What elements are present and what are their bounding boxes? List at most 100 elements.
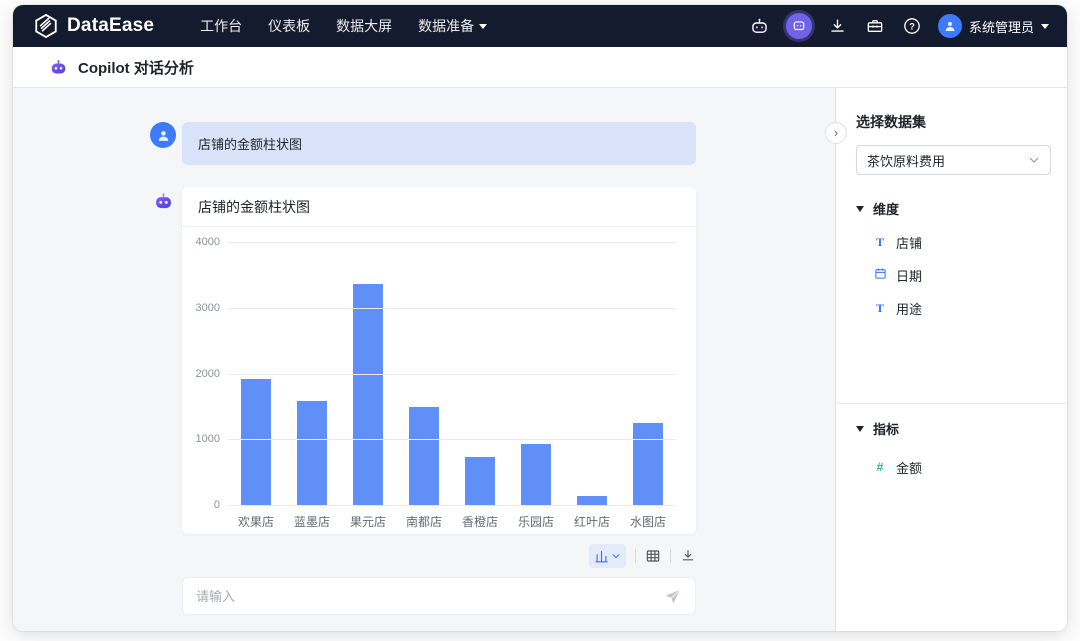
chat-input[interactable]: [196, 589, 663, 604]
table-view-button[interactable]: [645, 544, 661, 568]
x-axis-tick-label: 欢果店: [228, 513, 284, 530]
copilot-page-header: Copilot 对话分析: [13, 47, 1067, 88]
download-chart-button[interactable]: [680, 544, 696, 568]
send-icon[interactable]: [663, 587, 682, 606]
x-axis-tick-label: 乐园店: [508, 513, 564, 530]
download-icon[interactable]: [827, 15, 849, 37]
chart-bar[interactable]: [241, 379, 271, 506]
chart-bar[interactable]: [521, 444, 551, 506]
dataease-logo-icon: [33, 13, 59, 39]
user-avatar: [150, 122, 176, 148]
chart-bar[interactable]: [353, 284, 383, 506]
chevron-down-icon: [479, 24, 487, 29]
nav-data-preparation[interactable]: 数据准备: [418, 16, 487, 36]
nav-dashboard[interactable]: 仪表板: [268, 16, 310, 36]
assistant-message-row: 店铺的金额柱状图 0 1000 2000 3000 4000 欢果店蓝墨店果元店南都店香…: [150, 187, 835, 534]
x-axis-tick-label: 红叶店: [564, 513, 620, 530]
chat-panel: 店铺的金额柱状图 店铺的金额柱状图 0 1000 2000 3000 4000 欢果店蓝…: [13, 88, 835, 631]
bar-slot: [620, 243, 676, 506]
app-window: DataEase 工作台 仪表板 数据大屏 数据准备 ?: [13, 5, 1067, 631]
dataset-select-value: 茶饮原料费用: [867, 151, 945, 170]
toolbar-divider: [670, 549, 671, 563]
chart-card: 店铺的金额柱状图 0 1000 2000 3000 4000 欢果店蓝墨店果元店南都店香…: [182, 187, 696, 534]
bar-slot: [452, 243, 508, 506]
chart-toolbar: [182, 544, 696, 568]
x-axis-tick-label: 果元店: [340, 513, 396, 530]
svg-text:?: ?: [909, 21, 915, 31]
x-axis-tick-label: 南都店: [396, 513, 452, 530]
dataset-select[interactable]: 茶饮原料费用: [856, 145, 1051, 175]
chart-gridline: 3000: [228, 308, 676, 309]
help-icon[interactable]: ?: [901, 15, 923, 37]
chart-bar[interactable]: [633, 423, 663, 507]
y-axis-tick-label: 4000: [196, 236, 220, 248]
measure-field: # 金额: [873, 458, 1051, 476]
toolbar-divider: [635, 549, 636, 563]
ai-assistant-icon[interactable]: [749, 15, 771, 37]
chevron-down-icon: [1028, 154, 1040, 166]
brand-logo[interactable]: DataEase: [33, 13, 154, 39]
brand-name: DataEase: [67, 15, 154, 37]
chart-bar[interactable]: [465, 457, 495, 506]
dimensions-section-header[interactable]: 维度: [856, 199, 1051, 218]
bar-slot: [508, 243, 564, 506]
chart-bar[interactable]: [297, 401, 327, 506]
caret-down-icon: [856, 206, 864, 212]
chat-input-bar: [182, 577, 696, 615]
dimension-field: T 店铺: [873, 233, 1051, 251]
bar-slot: [564, 243, 620, 506]
caret-down-icon: [856, 426, 864, 432]
assistant-robot-avatar: [153, 191, 174, 212]
user-message-bubble: 店铺的金额柱状图: [182, 122, 696, 165]
chart-x-labels: 欢果店蓝墨店果元店南都店香橙店乐园店红叶店水图店: [228, 506, 676, 530]
x-axis-tick-label: 香橙店: [452, 513, 508, 530]
chart-gridline: 4000: [228, 242, 676, 243]
chart-gridline: 2000: [228, 374, 676, 375]
bar-slot: [396, 243, 452, 506]
sidebar-divider: [836, 403, 1067, 404]
user-menu[interactable]: 系统管理员: [938, 14, 1049, 38]
user-name: 系统管理员: [969, 17, 1034, 36]
user-message-row: 店铺的金额柱状图: [150, 122, 835, 165]
y-axis-tick-label: 2000: [196, 368, 220, 380]
number-field-icon: #: [873, 460, 887, 474]
x-axis-tick-label: 蓝墨店: [284, 513, 340, 530]
chart-gridline: 1000: [228, 439, 676, 440]
chevron-down-icon: [1041, 24, 1049, 29]
chart-bars: [228, 243, 676, 506]
toolbox-icon[interactable]: [864, 15, 886, 37]
dimension-field: 日期: [873, 266, 1051, 284]
copilot-robot-icon: [49, 58, 68, 77]
y-axis-tick-label: 0: [214, 499, 220, 511]
y-axis-tick-label: 3000: [196, 302, 220, 314]
dataset-sidebar: › 选择数据集 茶饮原料费用 维度 T 店铺 日期 T: [835, 88, 1067, 631]
measures-section-header[interactable]: 指标: [856, 419, 1051, 438]
bar-chart: 0 1000 2000 3000 4000 欢果店蓝墨店果元店南都店香橙店乐园店红叶店水…: [182, 227, 696, 534]
text-field-icon: T: [873, 235, 887, 250]
dataset-select-label: 选择数据集: [856, 112, 1051, 132]
nav-workbench[interactable]: 工作台: [200, 16, 242, 36]
chart-gridline: 0: [228, 505, 676, 506]
chart-bar[interactable]: [409, 407, 439, 506]
main-nav: 工作台 仪表板 数据大屏 数据准备: [200, 16, 487, 36]
x-axis-tick-label: 水图店: [620, 513, 676, 530]
page-title: Copilot 对话分析: [78, 57, 194, 78]
content-area: 店铺的金额柱状图 店铺的金额柱状图 0 1000 2000 3000 4000 欢果店蓝…: [13, 88, 1067, 631]
text-field-icon: T: [873, 301, 887, 316]
chevron-down-icon: [611, 551, 621, 561]
top-actions: ? 系统管理员: [749, 13, 1049, 39]
user-avatar: [938, 14, 962, 38]
collapse-sidebar-button[interactable]: ›: [825, 122, 847, 144]
y-axis-tick-label: 1000: [196, 433, 220, 445]
top-navbar: DataEase 工作台 仪表板 数据大屏 数据准备 ?: [13, 5, 1067, 47]
date-field-icon: [873, 267, 887, 283]
chart-title: 店铺的金额柱状图: [182, 187, 696, 227]
chart-type-button[interactable]: [589, 544, 626, 568]
nav-data-screen[interactable]: 数据大屏: [336, 16, 392, 36]
bar-slot: [228, 243, 284, 506]
bar-slot: [340, 243, 396, 506]
chart-plot-area: 0 1000 2000 3000 4000: [228, 243, 676, 506]
copilot-chat-icon[interactable]: [786, 13, 812, 39]
bar-slot: [284, 243, 340, 506]
dimension-field: T 用途: [873, 299, 1051, 317]
